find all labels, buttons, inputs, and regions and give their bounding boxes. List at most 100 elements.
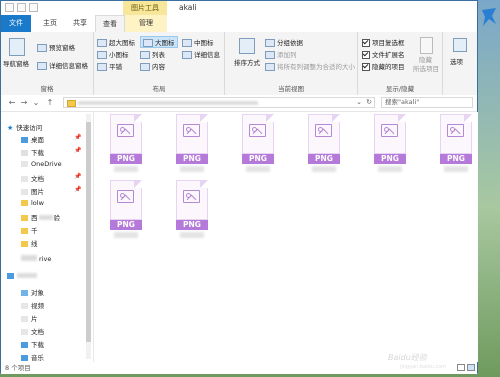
file-list: PNG PNG PNG PNG PNG PNG PNG PNG xyxy=(94,112,478,362)
tab-manage[interactable]: 管理 xyxy=(125,15,167,32)
layout-small-icons[interactable]: 小图标 xyxy=(97,49,129,59)
hide-selected-icon[interactable] xyxy=(420,37,433,54)
nav-scrollbar-thumb[interactable] xyxy=(86,122,91,342)
nav-music-label: 音乐 xyxy=(31,354,44,362)
file-ext-badge: PNG xyxy=(308,154,340,164)
layout-tiles[interactable]: 平铺 xyxy=(97,61,122,71)
file-extensions-toggle[interactable]: 文件扩展名 xyxy=(362,49,405,59)
forward-arrow-icon[interactable]: → xyxy=(19,97,29,109)
small-icons-label: 小图标 xyxy=(109,51,129,59)
tab-view[interactable]: 查看 xyxy=(95,15,125,32)
show-hide-group: 项目复选框 文件扩展名 隐藏的项目 隐藏 所选项目 显示/隐藏 xyxy=(358,32,443,95)
nav-pictures-pc[interactable]: 片 xyxy=(21,313,38,323)
hidden-items-label: 隐藏的项目 xyxy=(372,63,405,71)
nav-downloads[interactable]: 下载 xyxy=(21,147,44,157)
pin-icon: 📌 xyxy=(74,134,82,141)
quick-access-dropdown-icon[interactable] xyxy=(29,3,38,12)
file-ext-badge: PNG xyxy=(110,220,142,230)
up-arrow-icon[interactable]: ↑ xyxy=(45,97,55,109)
new-folder-icon[interactable] xyxy=(17,3,26,12)
layout-large-icons[interactable]: 大图标 xyxy=(140,36,178,48)
folder-icon xyxy=(21,228,28,234)
refresh-icon[interactable]: ↻ xyxy=(366,98,372,106)
ribbon: 导航窗格 预览窗格 详细信息窗格 窗格 超大图标 大图标 中图标 小图标 列表 … xyxy=(1,32,477,96)
current-view-group: 排序方式 分组依据 添加列 将所有列调整为合适的大小 当前视图 xyxy=(225,32,358,95)
explorer-window: 图片工具 akali 文件 主页 共享 查看 管理 导航窗格 预览窗格 详细信息… xyxy=(0,0,478,374)
tab-share[interactable]: 共享 xyxy=(65,15,95,32)
file-item[interactable]: PNG xyxy=(104,114,146,174)
nav-folder-3[interactable]: 千 xyxy=(21,225,38,235)
search-box[interactable]: 搜索"akali" xyxy=(381,97,473,108)
add-columns-button[interactable]: 添加列 xyxy=(265,49,297,59)
options-icon[interactable] xyxy=(453,38,467,52)
file-name xyxy=(246,166,270,172)
file-item[interactable]: PNG xyxy=(170,180,212,240)
file-item[interactable]: PNG xyxy=(368,114,410,174)
hidden-items-toggle[interactable]: 隐藏的项目 xyxy=(362,61,405,71)
nav-videos[interactable]: 视频 xyxy=(21,300,44,310)
nav-downloads-pc[interactable]: 下载 xyxy=(21,339,44,349)
folder-icon xyxy=(21,200,28,206)
nav-quick-access[interactable]: ★ 快速访问 xyxy=(7,122,42,132)
nav-pictures[interactable]: 图片 xyxy=(21,186,44,196)
nav-documents-pc[interactable]: 文档 xyxy=(21,326,44,336)
nav-folder-4[interactable]: 线 xyxy=(21,238,38,248)
image-file-icon xyxy=(242,114,274,154)
preview-pane-button[interactable]: 预览窗格 xyxy=(37,42,75,52)
image-file-icon xyxy=(110,114,142,154)
large-icons-view-icon[interactable] xyxy=(467,364,475,371)
layout-list[interactable]: 列表 xyxy=(140,49,165,59)
folder-icon xyxy=(21,241,28,247)
nav-videos-label: 视频 xyxy=(31,302,44,310)
nav-documents-label: 文档 xyxy=(31,175,44,183)
desktop-icon xyxy=(21,137,28,143)
details-view-icon[interactable] xyxy=(457,364,465,371)
group-by-button[interactable]: 分组依据 xyxy=(265,37,303,47)
add-columns-label: 添加列 xyxy=(277,51,297,59)
file-item[interactable]: PNG xyxy=(302,114,344,174)
file-item[interactable]: PNG xyxy=(170,114,212,174)
address-bar[interactable]: ⌄ ↻ xyxy=(63,97,375,108)
file-name xyxy=(312,166,336,172)
show-hide-group-label: 显示/隐藏 xyxy=(385,85,415,93)
tab-home[interactable]: 主页 xyxy=(35,15,65,32)
pictures-icon xyxy=(21,189,28,195)
nav-documents[interactable]: 文档 xyxy=(21,173,44,183)
file-item[interactable]: PNG xyxy=(434,114,476,174)
file-ext-badge: PNG xyxy=(176,220,208,230)
item-checkboxes-checkbox xyxy=(362,39,370,47)
options-button[interactable]: 选项 xyxy=(450,56,463,66)
properties-icon[interactable] xyxy=(5,3,14,12)
layout-content[interactable]: 内容 xyxy=(140,61,165,71)
nav-desktop[interactable]: 桌面 xyxy=(21,134,44,144)
item-checkboxes-toggle[interactable]: 项目复选框 xyxy=(362,37,405,47)
layout-details[interactable]: 详细信息 xyxy=(182,49,220,59)
nav-folder-2[interactable]: 西验 xyxy=(21,212,60,222)
file-item[interactable]: PNG xyxy=(104,180,146,240)
documents-icon xyxy=(21,329,28,335)
nav-this-pc[interactable] xyxy=(7,272,37,280)
nav-drive-label: rive xyxy=(39,255,52,263)
nav-scrollbar[interactable] xyxy=(86,114,91,359)
layout-medium-icons[interactable]: 中图标 xyxy=(182,37,214,47)
sort-by-button[interactable]: 排序方式 xyxy=(234,57,260,67)
details-pane-icon xyxy=(37,62,47,70)
recent-locations-icon[interactable]: ⌄ xyxy=(31,97,41,109)
layout-extra-large-icons[interactable]: 超大图标 xyxy=(97,37,135,47)
nav-pane-icon[interactable] xyxy=(9,38,25,56)
size-all-columns-button[interactable]: 将所有列调整为合适的大小 xyxy=(265,61,355,71)
details-pane-button[interactable]: 详细信息窗格 xyxy=(37,60,88,70)
sort-by-icon[interactable] xyxy=(239,38,255,54)
back-arrow-icon[interactable]: ← xyxy=(7,97,17,109)
file-name xyxy=(180,232,204,238)
nav-music[interactable]: 音乐 xyxy=(21,352,44,362)
file-name xyxy=(180,166,204,172)
image-file-icon xyxy=(176,180,208,220)
nav-pane-button[interactable]: 导航窗格 xyxy=(3,58,29,68)
nav-onedrive[interactable]: OneDrive xyxy=(21,160,62,168)
nav-folder-lolw[interactable]: lolw xyxy=(21,199,44,207)
address-dropdown-icon[interactable]: ⌄ xyxy=(356,98,362,106)
nav-3d-objects[interactable]: 对象 xyxy=(21,287,44,297)
file-item[interactable]: PNG xyxy=(236,114,278,174)
nav-drive[interactable]: rive xyxy=(21,255,51,263)
